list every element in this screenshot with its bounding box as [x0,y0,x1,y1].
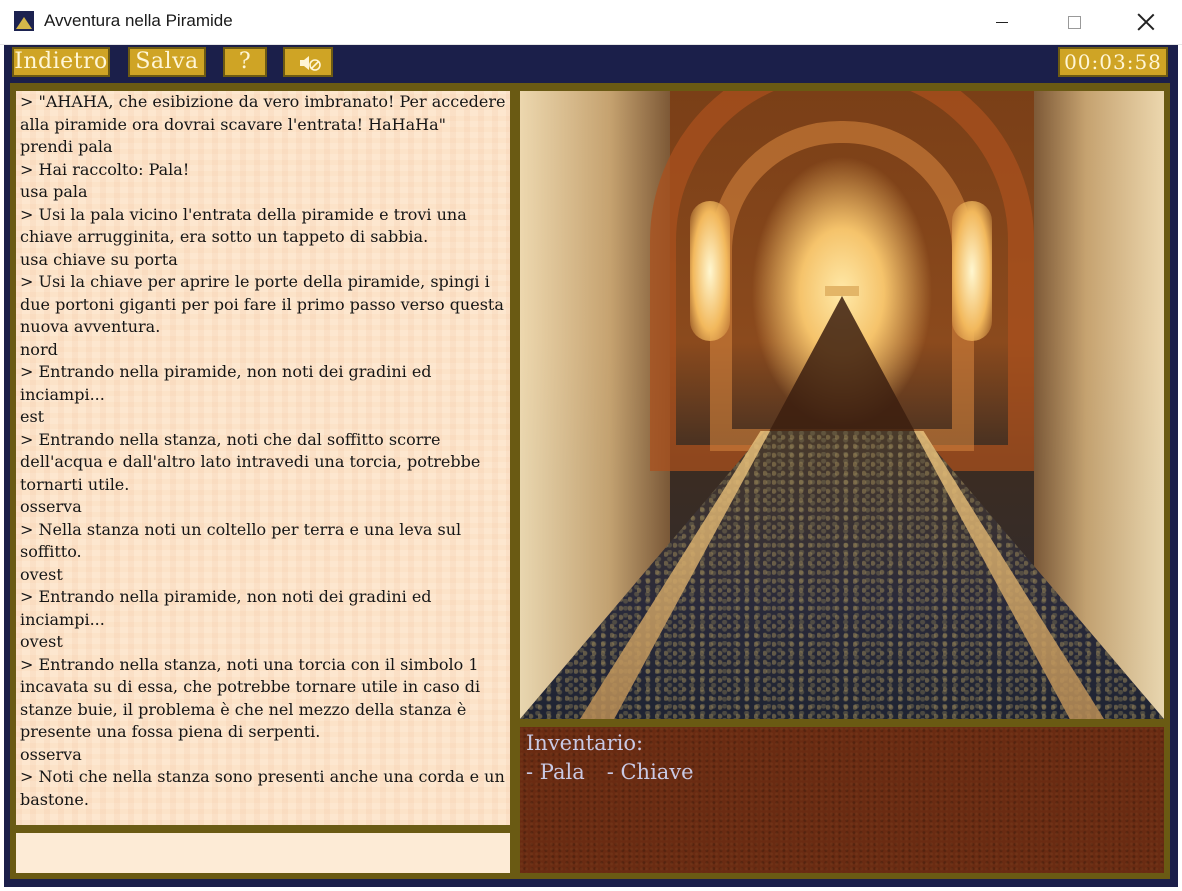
log-command-line: nord [20,339,58,359]
log-response-line: > Entrando nella stanza, noti una torcia… [20,654,481,742]
log-response-line: > Hai raccolto: Pala! [20,159,190,179]
minimize-button[interactable] [966,0,1038,44]
log-response-line: > Entrando nella piramide, non noti dei … [20,587,432,629]
log-response-line: > Nella stanza noti un coltello per terr… [20,519,462,562]
command-input[interactable] [16,833,510,873]
log-command-line: osserva [20,497,82,516]
log-response-line: > "AHAHA, che esibizione da vero imbrana… [20,92,506,134]
inventory-panel: Inventario: - Pala - Chiave [520,727,1164,873]
maximize-button[interactable] [1038,0,1110,44]
inventory-item: - Chiave [606,760,694,784]
log-command-line: ovest [20,632,63,651]
log-response-line: > Usi la chiave per aprire le porte dell… [20,272,504,336]
log-command-line: est [20,407,45,426]
scene-altar [825,286,859,296]
log-response-line: > Entrando nella piramide, non noti dei … [20,362,432,404]
close-icon [1137,13,1155,31]
elapsed-timer: 00:03:58 [1058,47,1168,77]
minimize-icon [996,21,1008,23]
log-command-line: usa chiave su porta [20,249,178,269]
story-log-text: > "AHAHA, che esibizione da vero imbrana… [16,91,510,811]
game-window: Indietro Salva ? 00:03:58 > "AHAHA, che … [4,45,1178,887]
window-title: Avventura nella Piramide [44,11,233,30]
room-scene-image [520,91,1164,719]
log-command-line: prendi pala [20,137,113,156]
window-titlebar: Avventura nella Piramide [0,0,1182,45]
help-button[interactable]: ? [223,47,267,77]
log-response-line: > Usi la pala vicino l'entrata della pir… [20,204,467,247]
log-command-line: usa pala [20,182,88,201]
log-command-line: osserva [20,744,82,764]
inventory-title: Inventario: [526,731,644,755]
scene-torch-glow-right [952,201,992,341]
story-log[interactable]: > "AHAHA, che esibizione da vero imbrana… [16,91,510,825]
scene-torch-glow-left [690,201,730,341]
sound-toggle-button[interactable] [283,47,333,77]
back-button[interactable]: Indietro [12,47,110,77]
log-response-line: > Noti che nella stanza sono presenti an… [20,767,505,809]
game-frame: > "AHAHA, che esibizione da vero imbrana… [10,83,1170,879]
save-button[interactable]: Salva [128,47,206,77]
inventory-items: - Pala - Chiave [526,760,716,784]
maximize-icon [1067,15,1081,29]
pyramid-app-icon [14,11,34,31]
close-button[interactable] [1110,0,1182,44]
log-command-line: ovest [20,564,63,584]
inventory-item: - Pala [526,760,585,784]
speaker-muted-icon [300,56,321,71]
log-response-line: > Entrando nella stanza, noti che dal so… [20,429,481,494]
